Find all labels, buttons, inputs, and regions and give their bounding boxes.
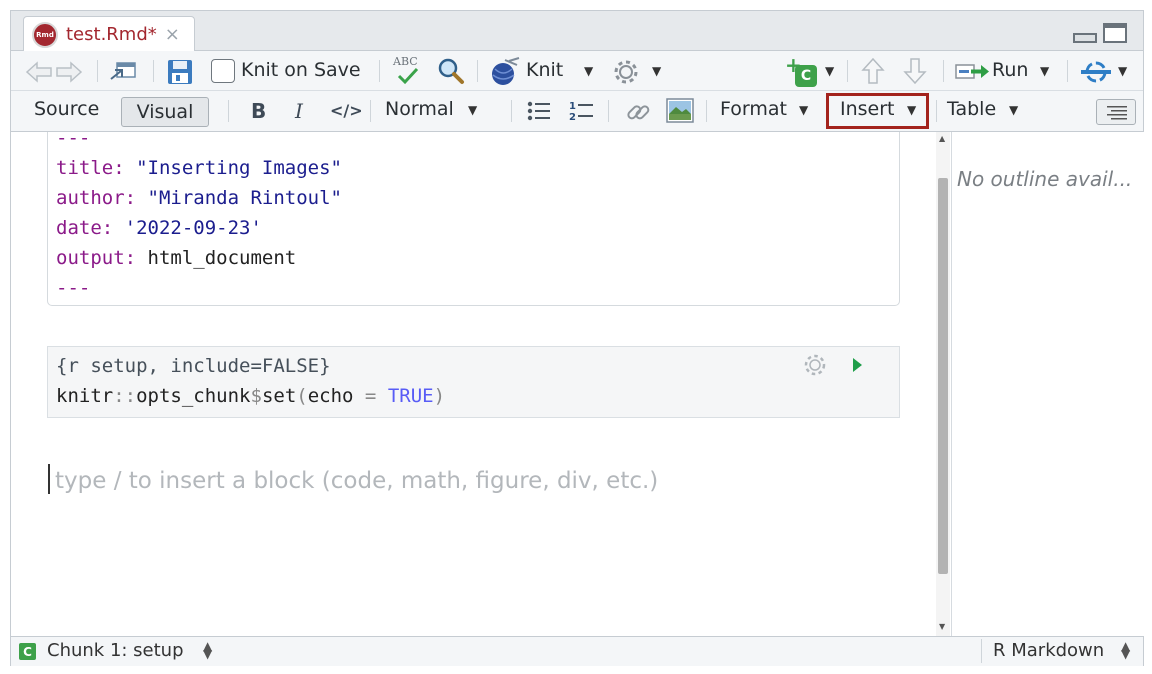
style-dropdown-icon[interactable]: ▼ [468,103,477,117]
insert-block-placeholder[interactable]: type / to insert a block (code, math, fi… [55,468,658,494]
visual-toolbar: Source Visual B I </> Normal ▼ 1 2 Forma… [11,91,1143,132]
show-in-window-icon[interactable] [109,59,139,85]
yaml-open-dashes: --- [56,132,91,149]
yaml-title-line: title: "Inserting Images" [56,157,342,179]
run-button[interactable]: Run [992,59,1028,81]
publish-dropdown-icon[interactable]: ▼ [1118,64,1127,78]
paragraph-style-select[interactable]: Normal [385,98,454,120]
code-button[interactable]: </> [330,101,363,120]
chunk-navigator-updown-icon[interactable]: ▲ ▼ [203,640,212,660]
knit-on-save-checkbox[interactable] [211,59,235,83]
svg-text:1: 1 [569,101,576,112]
visual-mode-label: Visual [136,101,194,123]
gear-icon[interactable] [613,59,639,85]
outline-pane: No outline avail... [951,132,1144,636]
run-chunk-icon[interactable] [852,357,864,373]
window-buttons [1073,23,1143,47]
visual-editor[interactable]: --- title: "Inserting Images" author: "M… [11,132,936,636]
insert-chunk-icon[interactable]: C + [785,53,819,87]
yaml-author-line: author: "Miranda Rintoul" [56,187,342,209]
main-toolbar: Knit on Save ABC Knit ▼ ▼ C + ▼ Run ▼ ▼ [11,51,1143,91]
scrollbar-thumb[interactable] [938,178,948,574]
tab-strip: Rmd test.Rmd* × [11,11,1143,52]
yaml-output-line: output: html_document [56,247,297,269]
maximize-icon[interactable] [1103,23,1127,43]
options-dropdown-icon[interactable]: ▼ [652,64,661,78]
editor-scrollbar[interactable]: ▲ ▼ [936,132,950,636]
scroll-down-icon[interactable]: ▼ [939,622,945,631]
italic-button[interactable]: I [295,99,303,123]
format-menu[interactable]: Format [720,98,787,120]
table-menu[interactable]: Table [947,98,996,120]
spellcheck-icon[interactable]: ABC [391,55,425,87]
arrow-up-icon[interactable] [861,57,885,85]
link-icon[interactable] [625,99,651,125]
publish-icon[interactable] [1079,59,1113,85]
format-dropdown-icon[interactable]: ▼ [799,103,808,117]
image-icon[interactable] [666,98,694,124]
arrow-down-icon[interactable] [903,57,927,85]
run-icon[interactable] [955,61,991,83]
close-icon[interactable]: × [165,24,180,45]
save-icon[interactable] [167,59,193,85]
yaml-date-line: date: '2022-09-23' [56,217,262,239]
file-type-selector[interactable]: R Markdown [993,640,1104,661]
bold-button[interactable]: B [251,99,266,123]
status-bar: C Chunk 1: setup ▲ ▼ R Markdown ▲ ▼ [11,636,1143,666]
tab-test-rmd[interactable]: Rmd test.Rmd* × [23,16,195,52]
yaml-close-dashes: --- [56,277,91,299]
source-mode-button[interactable]: Source [34,98,99,120]
chunk-code-line: knitr::opts_chunk$set(echo = TRUE) [56,385,446,407]
search-icon[interactable] [437,57,465,85]
back-forward-icon[interactable] [25,61,83,83]
file-type-updown-icon[interactable]: ▲ ▼ [1121,640,1130,660]
outline-icon [1107,106,1127,120]
scroll-up-icon[interactable]: ▲ [939,134,945,143]
chunk-header: {r setup, include=FALSE} [56,355,331,377]
visual-mode-button[interactable]: Visual [121,97,209,127]
knit-button[interactable]: Knit [526,59,563,81]
insert-menu[interactable]: Insert [840,98,895,120]
minimize-icon[interactable] [1073,33,1097,43]
table-dropdown-icon[interactable]: ▼ [1009,103,1018,117]
chunk-options-gear-icon[interactable] [803,353,827,377]
tab-title: test.Rmd* [66,24,157,45]
insert-chunk-dropdown-icon[interactable]: ▼ [825,64,834,78]
code-chunk-setup[interactable]: {r setup, include=FALSE} knitr::opts_chu… [47,346,900,418]
outline-empty-text: No outline avail... [957,167,1133,191]
numbered-list-icon[interactable]: 1 2 [568,99,594,123]
chunk-badge-icon: C [19,643,36,660]
knit-on-save-label: Knit on Save [241,59,361,81]
yaml-header-block[interactable]: --- title: "Inserting Images" author: "M… [47,132,900,306]
chunk-navigator[interactable]: Chunk 1: setup [47,640,184,661]
editor-window: Rmd test.Rmd* × Knit on Save ABC Knit ▼ … [10,10,1144,666]
svg-text:2: 2 [569,112,576,123]
knit-dropdown-icon[interactable]: ▼ [584,64,593,78]
rmd-file-icon: Rmd [32,21,58,48]
outline-toggle-button[interactable] [1096,99,1136,125]
insert-dropdown-icon[interactable]: ▼ [907,103,916,117]
run-dropdown-icon[interactable]: ▼ [1040,64,1049,78]
bullet-list-icon[interactable] [527,101,551,121]
knit-icon[interactable] [487,57,521,87]
text-cursor [48,464,50,494]
